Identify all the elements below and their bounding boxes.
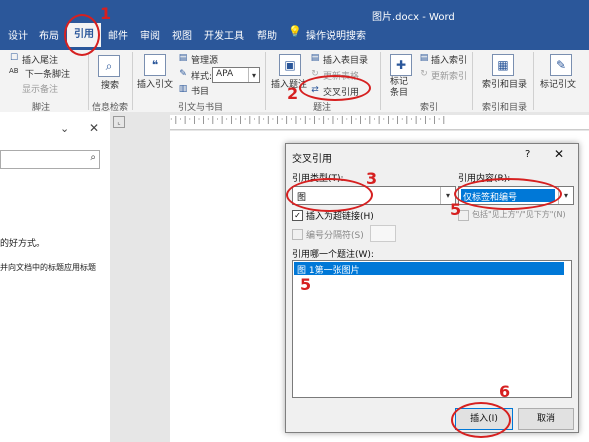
style-icon: ✎ (179, 69, 187, 79)
insert-citation-icon: ❝ (144, 54, 166, 76)
tell-me-search[interactable]: 操作说明搜索 (306, 27, 366, 42)
annotation-circle (299, 75, 371, 101)
citation-style-value: APA (216, 69, 234, 79)
separate-numbers-checkbox[interactable] (292, 229, 303, 240)
index-toc-icon: ▦ (492, 54, 514, 76)
mark-citation-icon: ✎ (550, 54, 572, 76)
research-search-button[interactable]: 搜索 (101, 78, 119, 91)
annotation-circle (286, 178, 373, 212)
index-toc-button[interactable]: 索引和目录 (482, 77, 527, 90)
manage-sources-icon: ▤ (178, 53, 188, 63)
annotation-number: 5 (300, 275, 312, 294)
annotation-number: 1 (100, 4, 112, 23)
annotation-circle (454, 178, 562, 210)
group-divider (88, 52, 89, 110)
hyperlink-checkbox[interactable]: ✓ (292, 210, 303, 221)
tab-help[interactable]: 帮助 (257, 27, 277, 42)
bibliography-button[interactable]: 书目 (191, 84, 209, 97)
annotation-number: 5 (450, 200, 462, 219)
tab-mailings[interactable]: 邮件 (108, 27, 128, 42)
search-icon: ⌕ (98, 55, 120, 77)
insert-citation-button[interactable]: 插入引文 (137, 77, 173, 90)
style-label: 样式: (191, 72, 213, 82)
annotation-circle (451, 402, 511, 438)
insert-index-icon: ▤ (419, 53, 429, 63)
search-icon: ⌕ (90, 152, 96, 163)
close-icon[interactable]: ✕ (89, 121, 99, 135)
tab-review[interactable]: 审阅 (140, 27, 160, 42)
chevron-down-icon: ▾ (248, 68, 259, 82)
mark-citation-button[interactable]: 标记引文 (540, 77, 576, 90)
citation-style-select[interactable]: APA ▾ (212, 67, 260, 83)
chevron-down-icon[interactable]: ⌄ (60, 122, 69, 135)
tab-selector-icon[interactable]: ⌞ (113, 116, 125, 128)
group-divider (472, 52, 473, 110)
insert-endnote-button[interactable]: 插入尾注 (22, 53, 58, 66)
show-notes-button[interactable]: 显示备注 (22, 82, 58, 95)
pane-search-input[interactable]: ⌕ (0, 150, 100, 169)
annotation-number: 2 (287, 84, 299, 103)
tab-developer[interactable]: 开发工具 (204, 27, 244, 42)
caption-list[interactable]: 图 1第一张图片 (292, 260, 572, 398)
which-caption-label: 引用哪一个题注(W): (292, 250, 374, 260)
group-divider (533, 52, 534, 110)
insert-index-button[interactable]: 插入索引 (431, 53, 467, 66)
next-footnote-button[interactable]: 下一条脚注 (25, 67, 70, 80)
annotation-number: 6 (499, 382, 511, 401)
insert-endnote-icon: ☐ (9, 53, 19, 63)
horizontal-ruler[interactable]: ·|·|·|·|·|·|·|·|·|·|·|·|·|·|·|·|·|·|·|·|… (170, 115, 589, 130)
tab-view[interactable]: 视图 (172, 27, 192, 42)
cancel-button[interactable]: 取消 (518, 408, 574, 430)
separator-input[interactable] (370, 225, 396, 242)
window-title: 图片.docx - Word (372, 12, 455, 23)
help-button[interactable]: ? (525, 149, 530, 160)
group-divider (265, 52, 266, 110)
insert-caption-icon: ▣ (279, 54, 301, 76)
pane-text-line: 并向文档中的标题应用标题 (0, 263, 96, 272)
separate-numbers-label: 编号分隔符(S) (306, 231, 364, 241)
close-icon[interactable]: ✕ (554, 147, 564, 161)
refresh-icon: ↻ (420, 69, 428, 79)
mark-entry-button[interactable]: 标记条目 (390, 77, 412, 99)
table-of-figures-icon: ▤ (310, 53, 320, 63)
pane-text-line: 的好方式。 (0, 239, 46, 249)
group-divider (132, 52, 133, 110)
tab-design[interactable]: 设计 (8, 27, 28, 42)
annotation-number: 3 (366, 169, 378, 188)
group-divider (380, 52, 381, 110)
tab-layout[interactable]: 布局 (39, 27, 59, 42)
bibliography-icon: ▥ (178, 84, 188, 94)
dialog-title: 交叉引用 (292, 154, 332, 165)
next-footnote-icon: AB (9, 67, 19, 75)
include-above-below-label: 包括"见上方"/"见下方"(N) (472, 210, 566, 219)
insert-table-of-figures-button[interactable]: 插入表目录 (323, 53, 368, 66)
update-index-button[interactable]: 更新索引 (431, 69, 467, 82)
annotation-circle (64, 14, 100, 56)
mark-entry-icon: ✚ (390, 54, 412, 76)
lightbulb-icon: 💡 (288, 25, 302, 38)
manage-sources-button[interactable]: 管理源 (191, 53, 218, 66)
